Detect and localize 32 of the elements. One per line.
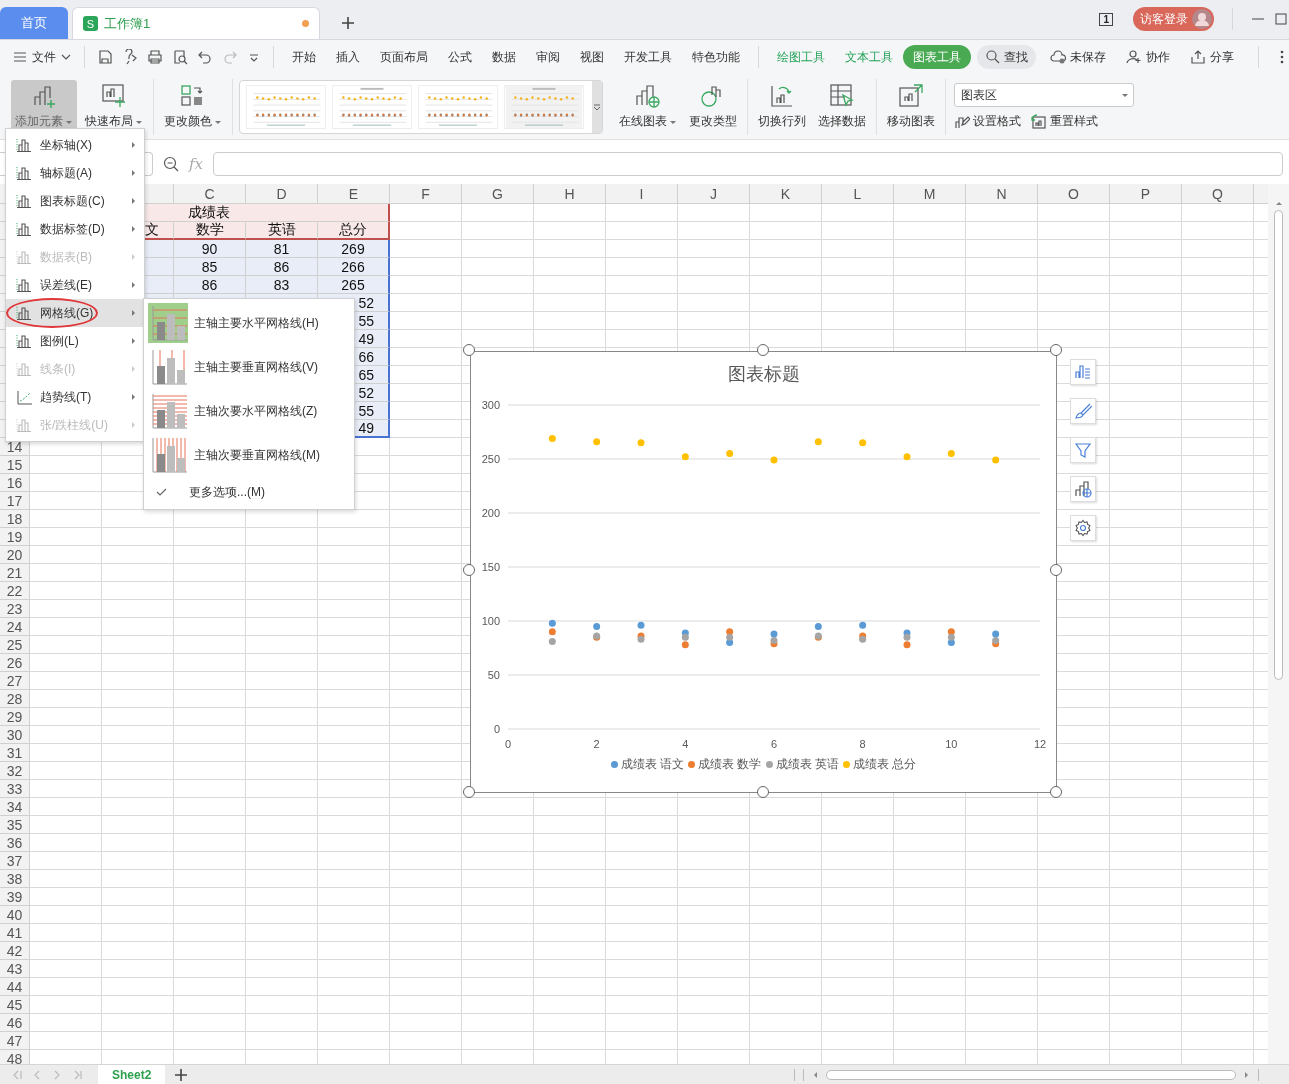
legend-label: 成绩表 数学 — [698, 756, 762, 773]
axis-tick-label: 8 — [859, 738, 866, 750]
axis-tick-label: 50 — [487, 669, 500, 681]
axis-tick-label: 150 — [481, 561, 500, 573]
table-cell: 86 — [246, 258, 318, 276]
table-cell: 83 — [246, 276, 318, 294]
axis-tick-label: 6 — [770, 738, 778, 750]
axis-tick-label: 100 — [481, 615, 500, 627]
table-cell: 90 — [174, 240, 246, 258]
legend-label: 成绩表 总分 — [852, 756, 917, 773]
table-cell: 英语 — [246, 222, 318, 240]
axis-tick-label: 4 — [682, 738, 689, 750]
table-cell: 总分 — [318, 222, 390, 240]
table-cell: 265 — [318, 276, 390, 294]
app-badge: S — [83, 16, 98, 31]
table-cell: 86 — [174, 276, 246, 294]
table-cell: 85 — [174, 258, 246, 276]
axis-tick-label: 0 — [504, 738, 512, 750]
chart-title: 图表标题 — [727, 363, 800, 386]
table-cell: 81 — [246, 240, 318, 258]
axis-tick-label: 200 — [481, 507, 500, 519]
axis-tick-label: 300 — [481, 399, 500, 411]
legend-label: 成绩表 语文 — [620, 756, 685, 773]
axis-tick-label: 10 — [945, 738, 958, 750]
table-cell: 266 — [318, 258, 390, 276]
axis-tick-label: 0 — [493, 723, 500, 735]
axis-tick-label: 250 — [481, 453, 500, 465]
axis-tick-label: 2 — [593, 738, 600, 750]
legend-label: 成绩表 英语 — [775, 756, 839, 773]
table-cell: 数学 — [174, 222, 246, 240]
axis-tick-label: 12 — [1033, 738, 1047, 750]
table-cell: 269 — [318, 240, 390, 258]
